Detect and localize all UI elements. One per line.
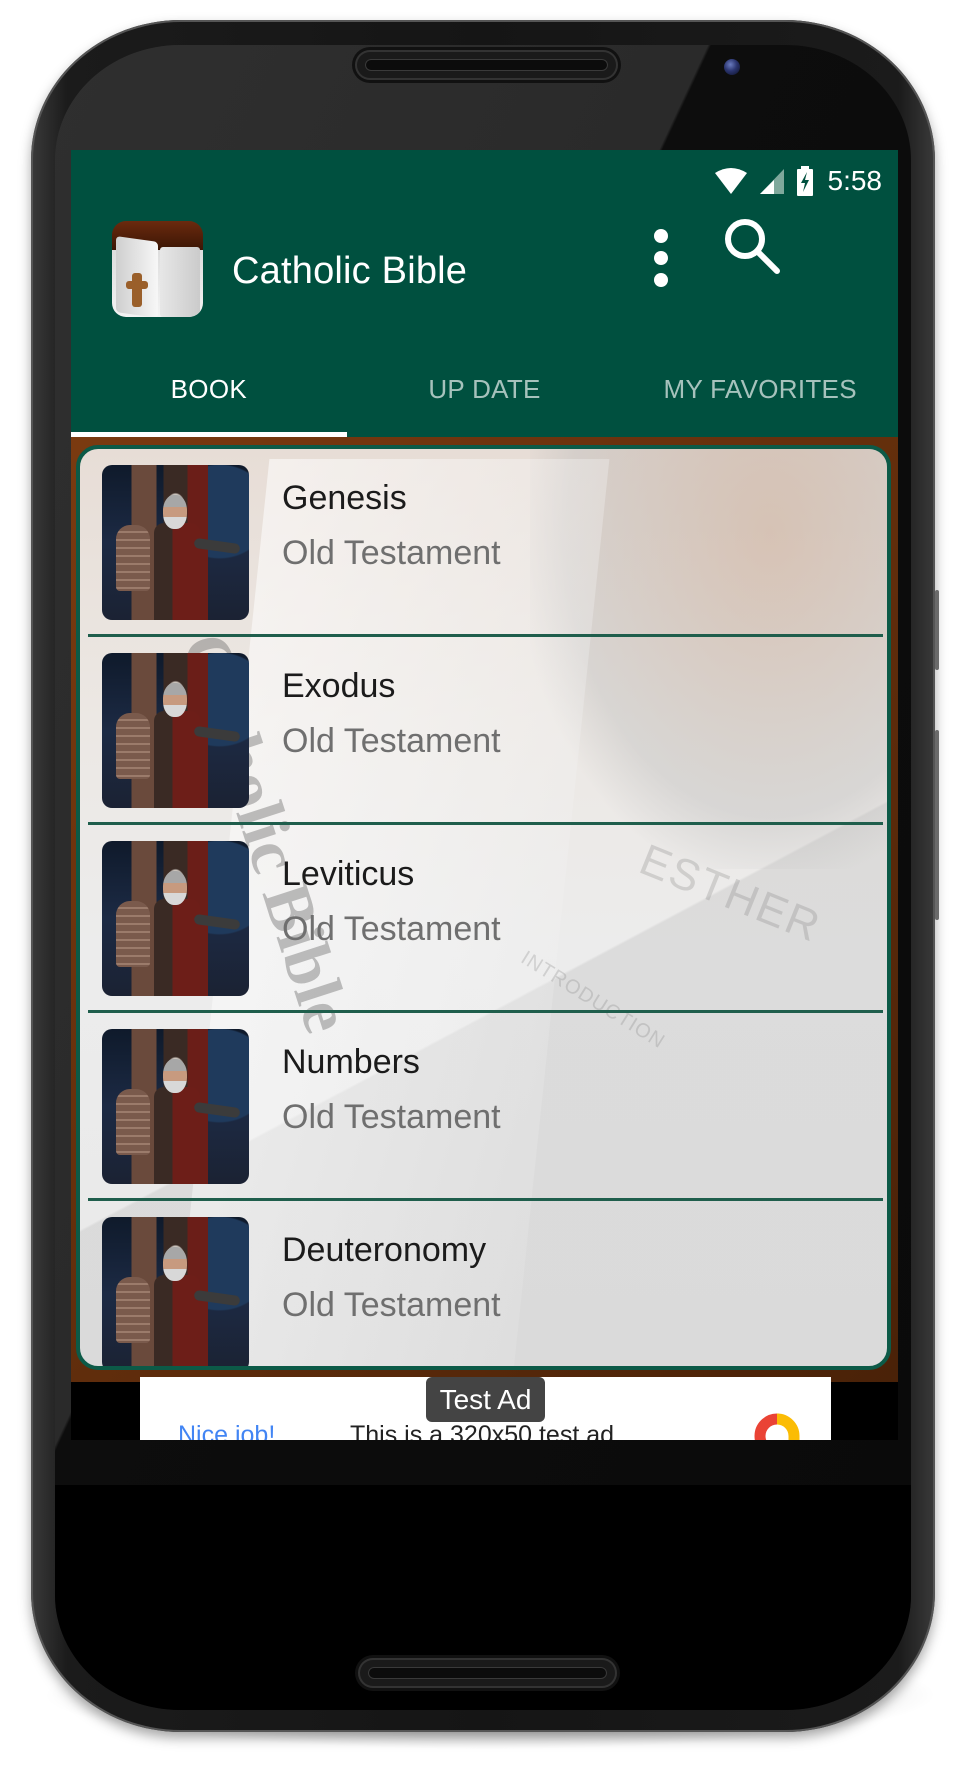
bottom-speaker [358,1658,617,1688]
front-camera [724,59,740,75]
book-list-item[interactable]: Exodus Old Testament [80,637,887,825]
book-list-item[interactable]: Leviticus Old Testament [80,825,887,1013]
book-list-item[interactable]: Genesis Old Testament [80,449,887,637]
device-screen: 5:58 Catholic Bible BOOK UP DATE MY FAVO… [71,150,898,1440]
book-testament: Old Testament [282,1286,501,1324]
wifi-icon [714,168,747,194]
book-testament: Old Testament [282,1098,501,1136]
ad-headline: Nice job! [178,1421,276,1440]
book-title: Leviticus [282,855,415,893]
power-button [935,730,939,920]
status-bar: 5:58 [714,164,883,198]
book-testament: Old Testament [282,534,501,572]
more-vert-icon [654,229,668,243]
app-bar: 5:58 Catholic Bible BOOK UP DATE MY FAVO… [71,150,898,437]
book-title: Exodus [282,667,396,705]
moses-thumbnail [102,841,249,996]
book-title: Genesis [282,479,407,517]
tab-my-favorites[interactable]: MY FAVORITES [622,350,898,437]
test-ad-badge: Test Ad [426,1377,545,1422]
tab-update[interactable]: UP DATE [347,350,623,437]
tab-book[interactable]: BOOK [71,350,347,437]
moses-thumbnail [102,653,249,808]
cell-signal-icon [759,169,784,194]
book-list[interactable]: Catholic Bible ESTHER INTRODUCTION Genes… [76,445,891,1370]
status-time: 5:58 [827,165,883,196]
book-title: Numbers [282,1043,420,1081]
moses-thumbnail [102,465,249,620]
book-list-item[interactable]: Numbers Old Testament [80,1013,887,1201]
catholic-bible-app-icon [112,221,203,317]
book-testament: Old Testament [282,910,501,948]
top-speaker [355,50,618,80]
book-title: Deuteronomy [282,1231,487,1269]
admob-logo-icon [754,1413,800,1440]
search-icon [725,219,780,274]
book-testament: Old Testament [282,722,501,760]
book-list-container: Catholic Bible ESTHER INTRODUCTION Genes… [71,437,898,1382]
ad-message: This is a 320x50 test ad. [350,1421,621,1440]
volume-button [935,590,939,670]
moses-thumbnail [102,1217,249,1366]
tab-bar: BOOK UP DATE MY FAVORITES [71,350,898,437]
app-title: Catholic Bible [232,250,468,292]
book-list-item[interactable]: Deuteronomy Old Testament [80,1201,887,1366]
search-button[interactable] [721,215,783,277]
more-options-button[interactable] [641,223,681,293]
moses-thumbnail [102,1029,249,1184]
battery-charging-icon [796,166,813,196]
